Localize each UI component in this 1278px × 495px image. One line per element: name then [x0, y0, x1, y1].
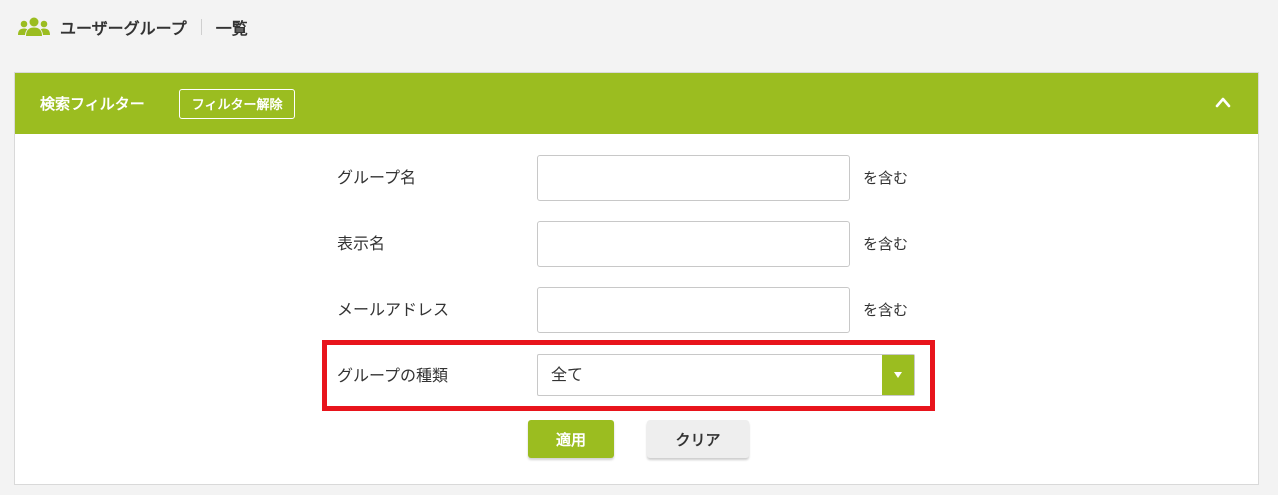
user-group-icon [18, 17, 50, 36]
clear-button[interactable]: クリア [647, 420, 749, 458]
chevron-up-icon[interactable] [1214, 95, 1232, 109]
group-type-row: グループの種類 全て [15, 353, 1258, 399]
email-input[interactable] [537, 287, 850, 333]
dropdown-arrow-icon[interactable] [882, 355, 914, 395]
group-name-label: グループ名 [337, 168, 417, 187]
clear-filter-button[interactable]: フィルター解除 [178, 88, 296, 119]
display-name-label: 表示名 [337, 234, 386, 253]
group-type-select[interactable]: 全て [537, 354, 915, 396]
group-type-selected-value: 全て [551, 365, 584, 384]
group-name-row: グループ名 を含む [15, 155, 1258, 201]
apply-button[interactable]: 適用 [528, 420, 614, 458]
breadcrumb-separator [200, 19, 202, 35]
display-name-suffix: を含む [863, 235, 909, 253]
display-name-input[interactable] [537, 221, 850, 267]
search-filter-header[interactable]: 検索フィルター フィルター解除 [15, 73, 1258, 134]
display-name-row: 表示名 を含む [15, 221, 1258, 267]
email-label: メールアドレス [337, 300, 450, 319]
breadcrumb: ユーザーグループ 一覧 [18, 12, 248, 42]
page-title: ユーザーグループ [60, 19, 187, 38]
page: ユーザーグループ 一覧 検索フィルター フィルター解除 グループ名 を含む 表示… [0, 0, 1278, 495]
search-filter-title: 検索フィルター [40, 95, 145, 113]
email-row: メールアドレス を含む [15, 287, 1258, 333]
triangle-down-icon [894, 372, 902, 378]
group-type-label: グループの種類 [337, 366, 449, 385]
email-suffix: を含む [863, 301, 909, 319]
group-name-suffix: を含む [863, 169, 909, 187]
page-subtitle: 一覧 [215, 19, 248, 38]
search-filter-panel: 検索フィルター フィルター解除 グループ名 を含む 表示名 を含む メールアドレ… [14, 72, 1259, 485]
group-name-input[interactable] [537, 155, 850, 201]
